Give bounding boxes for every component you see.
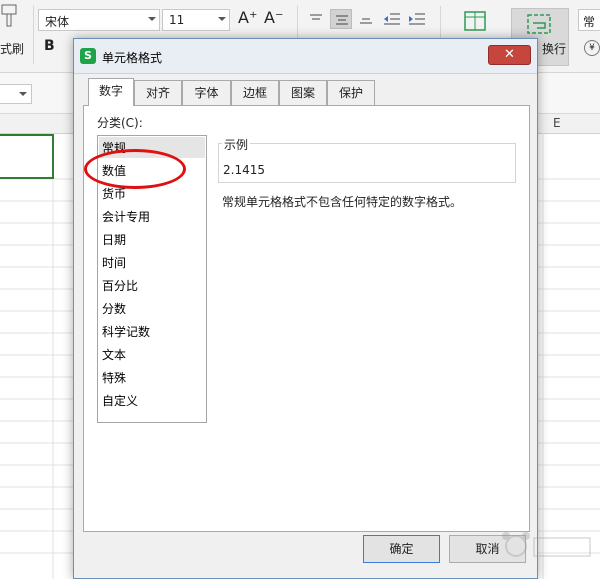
tab-number[interactable]: 数字 (88, 78, 134, 106)
category-item-accounting[interactable]: 会计专用 (102, 208, 150, 225)
category-item-fraction[interactable]: 分数 (102, 300, 126, 317)
decrease-indent-icon (384, 13, 400, 25)
align-bottom-icon (360, 18, 372, 24)
annotation-ellipse (84, 149, 186, 189)
close-icon: ✕ (504, 47, 515, 62)
ribbon-separator (33, 6, 34, 64)
merge-center-icon[interactable] (462, 8, 488, 34)
tab-pattern[interactable]: 图案 (279, 80, 327, 105)
align-top-icon (310, 14, 322, 20)
tab-border[interactable]: 边框 (231, 80, 279, 105)
category-item-text[interactable]: 文本 (102, 346, 126, 363)
category-label: 分类(C): (97, 116, 143, 130)
tab-protection[interactable]: 保护 (327, 80, 375, 105)
chevron-down-icon (218, 17, 226, 21)
column-header-e[interactable]: E (553, 116, 561, 130)
chevron-down-icon (148, 17, 156, 21)
watermark-logo (502, 532, 591, 557)
number-format-value: 常 (583, 15, 596, 29)
shrink-font-button[interactable]: A⁻ (264, 8, 283, 27)
dialog-titlebar[interactable]: S 单元格格式 ✕ (74, 39, 537, 74)
sample-label: 示例 (222, 136, 251, 153)
font-name-combo[interactable]: 宋体 (38, 9, 160, 31)
font-size-combo[interactable]: 11 (162, 9, 230, 31)
align-top-button[interactable] (305, 9, 327, 29)
app-logo-icon: S (80, 48, 96, 64)
wrap-text-label: 换行 (542, 42, 567, 56)
category-item-special[interactable]: 特殊 (102, 369, 126, 386)
increase-indent-button[interactable] (406, 9, 428, 29)
category-item-date[interactable]: 日期 (102, 231, 126, 248)
category-item-percentage[interactable]: 百分比 (102, 277, 138, 294)
category-item-time[interactable]: 时间 (102, 254, 126, 271)
font-size-value: 11 (169, 13, 185, 27)
font-name-value: 宋体 (45, 15, 70, 29)
format-painter-icon[interactable] (0, 2, 24, 28)
selected-cell[interactable] (0, 134, 54, 179)
category-item-custom[interactable]: 自定义 (102, 392, 138, 409)
currency-icon[interactable]: ¥ (584, 40, 600, 56)
align-middle-icon (336, 15, 348, 25)
number-format-combo[interactable]: 常 (578, 9, 600, 31)
decrease-indent-button[interactable] (381, 9, 403, 29)
grow-font-button[interactable]: A⁺ (238, 8, 257, 27)
dialog-title: 单元格格式 (102, 51, 163, 65)
increase-indent-icon (409, 13, 425, 25)
name-box[interactable] (0, 84, 32, 104)
format-description: 常规单元格格式不包含任何特定的数字格式。 (222, 195, 463, 209)
sample-value: 2.1415 (223, 163, 265, 177)
format-painter-label[interactable]: 式刷 (0, 40, 24, 57)
align-bottom-button[interactable] (355, 9, 377, 29)
align-middle-button[interactable] (330, 9, 352, 29)
ok-button[interactable]: 确定 (363, 535, 440, 563)
format-cells-dialog: S 单元格格式 ✕ 数字 对齐 字体 边框 图案 保护 分类(C): 常规 数值… (73, 38, 538, 579)
category-item-scientific[interactable]: 科学记数 (102, 323, 150, 340)
bold-button[interactable]: B (44, 38, 55, 54)
close-button[interactable]: ✕ (488, 45, 531, 65)
tab-font[interactable]: 字体 (182, 80, 231, 105)
chevron-down-icon (19, 92, 27, 96)
tab-alignment[interactable]: 对齐 (134, 80, 182, 105)
